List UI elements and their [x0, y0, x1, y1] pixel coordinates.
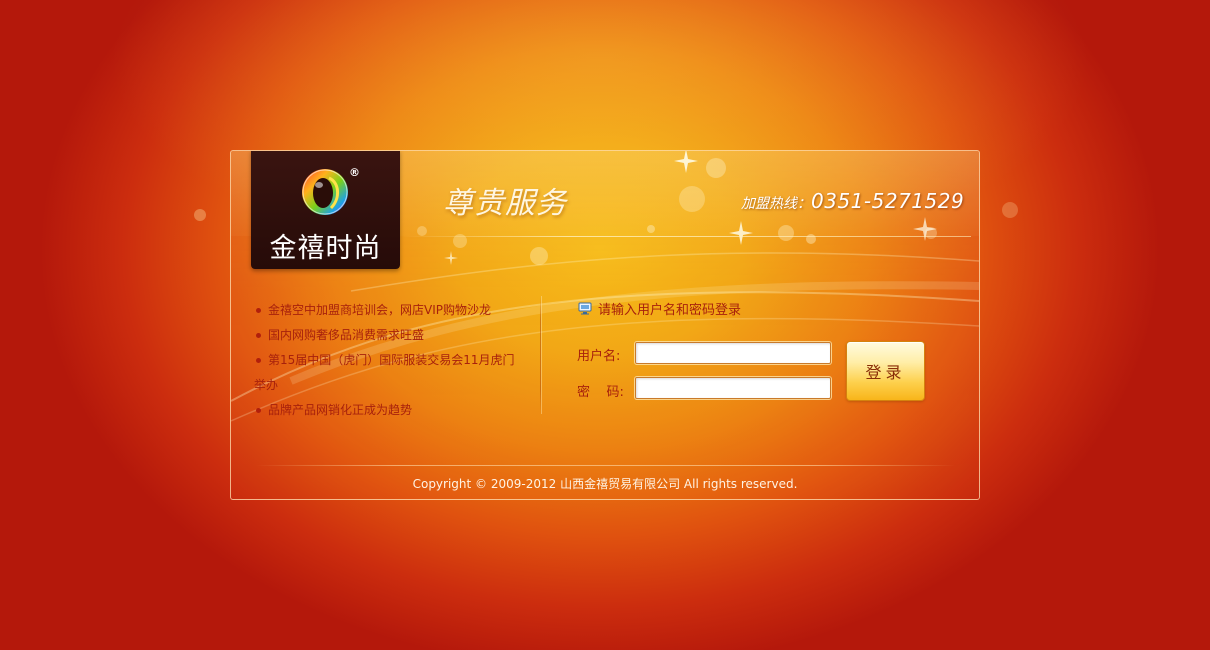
news-item-text: 金禧空中加盟商培训会，网店VIP购物沙龙 — [268, 303, 491, 317]
login-prompt-text: 请输入用户名和密码登录 — [598, 303, 742, 318]
brand-name: 金禧时尚 — [269, 233, 382, 264]
username-label: 用户名: — [577, 349, 621, 364]
news-item[interactable]: 第15届中国（虎门）国际服装交易会11月虎门举办 — [254, 348, 524, 398]
bullet-icon — [256, 333, 261, 338]
registered-mark: ® — [349, 166, 360, 179]
bullet-icon — [256, 308, 261, 313]
login-prompt: 请输入用户名和密码登录 — [578, 299, 741, 318]
brand-emblem-icon — [302, 169, 348, 215]
login-panel: ® 金禧时尚 尊贵服务 加盟热线：0351-5271529 金禧空中加盟商培训会… — [230, 150, 980, 500]
username-input[interactable] — [635, 342, 831, 364]
bullet-icon — [256, 408, 261, 413]
copyright-text: Copyright © 2009-2012 山西金禧贸易有限公司 All rig… — [412, 477, 798, 491]
franchise-hotline: 加盟热线：0351-5271529 — [741, 189, 964, 213]
login-button[interactable]: 登录 — [846, 341, 925, 401]
hotline-number: 0351-5271529 — [811, 189, 965, 213]
news-item[interactable]: 国内网购奢侈品消费需求旺盛 — [254, 323, 524, 348]
service-title: 尊贵服务 — [443, 186, 567, 221]
news-item-text: 国内网购奢侈品消费需求旺盛 — [268, 328, 425, 342]
header-divider — [401, 236, 971, 237]
computer-icon — [578, 302, 592, 315]
news-item-text: 品牌产品网销化正成为趋势 — [268, 403, 413, 417]
password-input[interactable] — [635, 377, 831, 399]
news-item-text-continued: 举办 — [254, 378, 279, 392]
news-item[interactable]: 金禧空中加盟商培训会，网店VIP购物沙龙 — [254, 298, 524, 323]
footer-divider — [256, 465, 956, 466]
vertical-divider — [540, 296, 541, 414]
hotline-label: 加盟热线： — [741, 196, 811, 212]
password-label: 密 码: — [577, 385, 624, 400]
news-item-text: 第15届中国（虎门）国际服装交易会11月虎门 — [268, 353, 515, 367]
news-list: 金禧空中加盟商培训会，网店VIP购物沙龙 国内网购奢侈品消费需求旺盛 第15届中… — [254, 298, 524, 423]
brand-logo: ® 金禧时尚 — [251, 151, 400, 269]
bullet-icon — [256, 358, 261, 363]
news-item[interactable]: 品牌产品网销化正成为趋势 — [254, 398, 524, 423]
